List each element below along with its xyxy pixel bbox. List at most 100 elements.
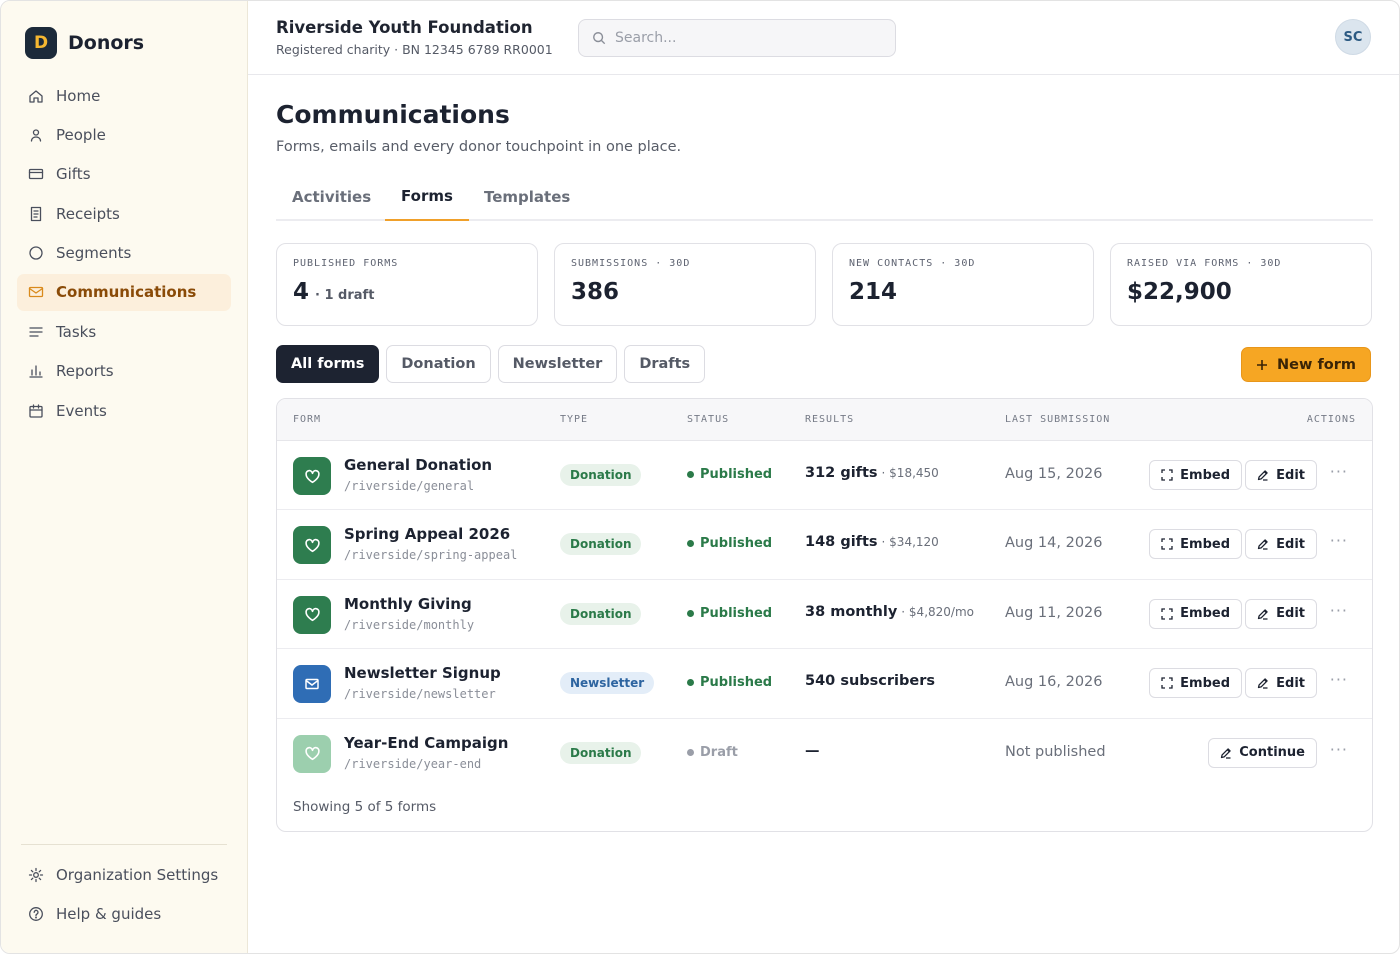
edit-button[interactable]: Edit	[1245, 668, 1317, 699]
form-name[interactable]: General Donation	[344, 456, 492, 474]
stat-value-row: 214	[849, 279, 1077, 305]
forms-table: FORM TYPE STATUS RESULTS LAST SUBMISSION…	[276, 398, 1373, 832]
status-dot	[687, 679, 694, 687]
organization-subtitle: Registered charity · BN 12345 6789 RR000…	[276, 42, 553, 57]
continue-button[interactable]: Continue	[1208, 737, 1317, 768]
search-box[interactable]	[578, 19, 896, 57]
result-main: 38 monthly	[805, 603, 898, 620]
last-submission: Aug 16, 2026	[1005, 674, 1103, 691]
calendar-icon	[29, 403, 43, 418]
status-badge: Draft	[687, 745, 738, 760]
tab-forms[interactable]: Forms	[385, 173, 469, 221]
results: 38 monthly · $4,820/mo	[805, 604, 974, 620]
more-options-icon[interactable]: ···	[1330, 740, 1348, 759]
search-input[interactable]	[615, 30, 875, 46]
more-options-icon[interactable]: ···	[1330, 531, 1348, 550]
edit-label: Edit	[1276, 606, 1305, 622]
header-status: STATUS	[687, 414, 730, 425]
form-slug: /riverside/newsletter	[344, 687, 496, 702]
mail-icon	[28, 287, 44, 298]
embed-label: Embed	[1180, 606, 1230, 622]
sidebar-item-organization-settings[interactable]: Organization Settings	[17, 856, 231, 893]
sidebar-item-tasks[interactable]: Tasks	[17, 313, 231, 350]
filter-drafts[interactable]: Drafts	[624, 345, 706, 383]
form-slug: /riverside/general	[344, 479, 475, 493]
person-icon	[30, 129, 42, 142]
sidebar-item-label: Organization Settings	[56, 865, 219, 884]
embed-button[interactable]: Embed	[1149, 529, 1242, 560]
sidebar-item-events[interactable]: Events	[17, 392, 231, 429]
embed-button[interactable]: Embed	[1149, 668, 1242, 699]
type-badge: Donation	[560, 464, 642, 486]
more-options-icon[interactable]: ···	[1330, 462, 1348, 481]
sidebar-item-gifts[interactable]: Gifts	[17, 156, 231, 193]
status-label: Published	[700, 536, 773, 552]
receipt-icon	[30, 206, 42, 221]
pencil-icon	[1257, 678, 1268, 689]
form-name[interactable]: Year-End Campaign	[344, 734, 508, 752]
sidebar-item-label: Home	[56, 86, 101, 105]
sidebar-item-label: Segments	[56, 244, 132, 263]
sidebar-nav: Home People Gifts Receipts Segments Communica…	[17, 77, 231, 432]
form-type-icon	[293, 665, 331, 704]
stat-value-row: 4 · 1 draft	[293, 279, 521, 305]
header-results: RESULTS	[805, 414, 855, 425]
result-main: 312 gifts	[805, 465, 878, 481]
embed-label: Embed	[1180, 467, 1230, 483]
result-main: 540 subscribers	[805, 673, 935, 690]
status-label: Published	[700, 675, 773, 691]
sidebar-item-reports[interactable]: Reports	[17, 353, 231, 390]
sidebar: D Donors Home People Gifts Receipts Segments…	[1, 1, 248, 953]
sidebar-item-people[interactable]: People	[17, 116, 231, 153]
embed-label: Embed	[1180, 675, 1230, 691]
main-content: Riverside Youth Foundation Registered ch…	[248, 1, 1399, 953]
edit-button[interactable]: Edit	[1245, 529, 1317, 560]
brand[interactable]: D Donors	[25, 27, 144, 59]
table-row[interactable]: Monthly Giving /riverside/monthly Donati…	[277, 580, 1372, 650]
sidebar-item-segments[interactable]: Segments	[17, 235, 231, 272]
tab-templates[interactable]: Templates	[468, 173, 586, 221]
heart-icon	[304, 608, 320, 622]
sidebar-item-communications[interactable]: Communications	[17, 273, 231, 311]
sidebar-item-help-guides[interactable]: Help & guides	[17, 895, 231, 932]
sidebar-item-receipts[interactable]: Receipts	[17, 195, 231, 232]
sidebar-nav-bottom: Organization Settings Help & guides	[17, 856, 231, 935]
last-submission: Aug 15, 2026	[1005, 466, 1103, 482]
last-submission: Aug 11, 2026	[1005, 604, 1103, 621]
more-options-icon[interactable]: ···	[1330, 670, 1348, 689]
form-name[interactable]: Monthly Giving	[344, 595, 472, 613]
sidebar-item-label: Tasks	[56, 322, 97, 341]
organization-name: Riverside Youth Foundation	[276, 18, 533, 37]
tab-activities[interactable]: Activities	[276, 173, 387, 221]
sidebar-item-home[interactable]: Home	[17, 77, 231, 114]
status-dot	[687, 471, 694, 478]
embed-button[interactable]: Embed	[1149, 460, 1242, 490]
header-form: FORM	[293, 414, 322, 425]
page-subtitle: Forms, emails and every donor touchpoint…	[276, 139, 682, 155]
filter-donation[interactable]: Donation	[386, 345, 491, 383]
table-row[interactable]: General Donation /riverside/general Dona…	[277, 441, 1372, 511]
form-name[interactable]: Spring Appeal 2026	[344, 525, 510, 543]
header-type: TYPE	[560, 414, 589, 425]
more-options-icon[interactable]: ···	[1330, 601, 1348, 620]
embed-button[interactable]: Embed	[1149, 598, 1242, 629]
edit-button[interactable]: Edit	[1245, 598, 1317, 629]
table-row[interactable]: Newsletter Signup /riverside/newsletter …	[277, 649, 1372, 719]
plus-icon	[1257, 359, 1268, 370]
expand-icon	[1161, 677, 1173, 689]
table-row[interactable]: Spring Appeal 2026 /riverside/spring-app…	[277, 510, 1372, 580]
stat-value: 4	[293, 279, 310, 305]
form-name[interactable]: Newsletter Signup	[344, 664, 501, 682]
result-sub: · $4,820/mo	[901, 604, 974, 619]
expand-icon	[1161, 538, 1173, 551]
results: 312 gifts · $18,450	[805, 465, 939, 481]
edit-button[interactable]: Edit	[1245, 460, 1317, 490]
header-actions: ACTIONS	[1306, 414, 1356, 425]
type-badge: Newsletter	[560, 672, 655, 695]
user-avatar[interactable]: SC	[1335, 19, 1371, 55]
filter-newsletter[interactable]: Newsletter	[497, 345, 618, 383]
type-badge: Donation	[560, 741, 642, 764]
filter-all-forms[interactable]: All forms	[276, 345, 380, 383]
table-row[interactable]: Year-End Campaign /riverside/year-end Do…	[277, 719, 1372, 788]
new-form-button[interactable]: New form	[1241, 347, 1371, 382]
